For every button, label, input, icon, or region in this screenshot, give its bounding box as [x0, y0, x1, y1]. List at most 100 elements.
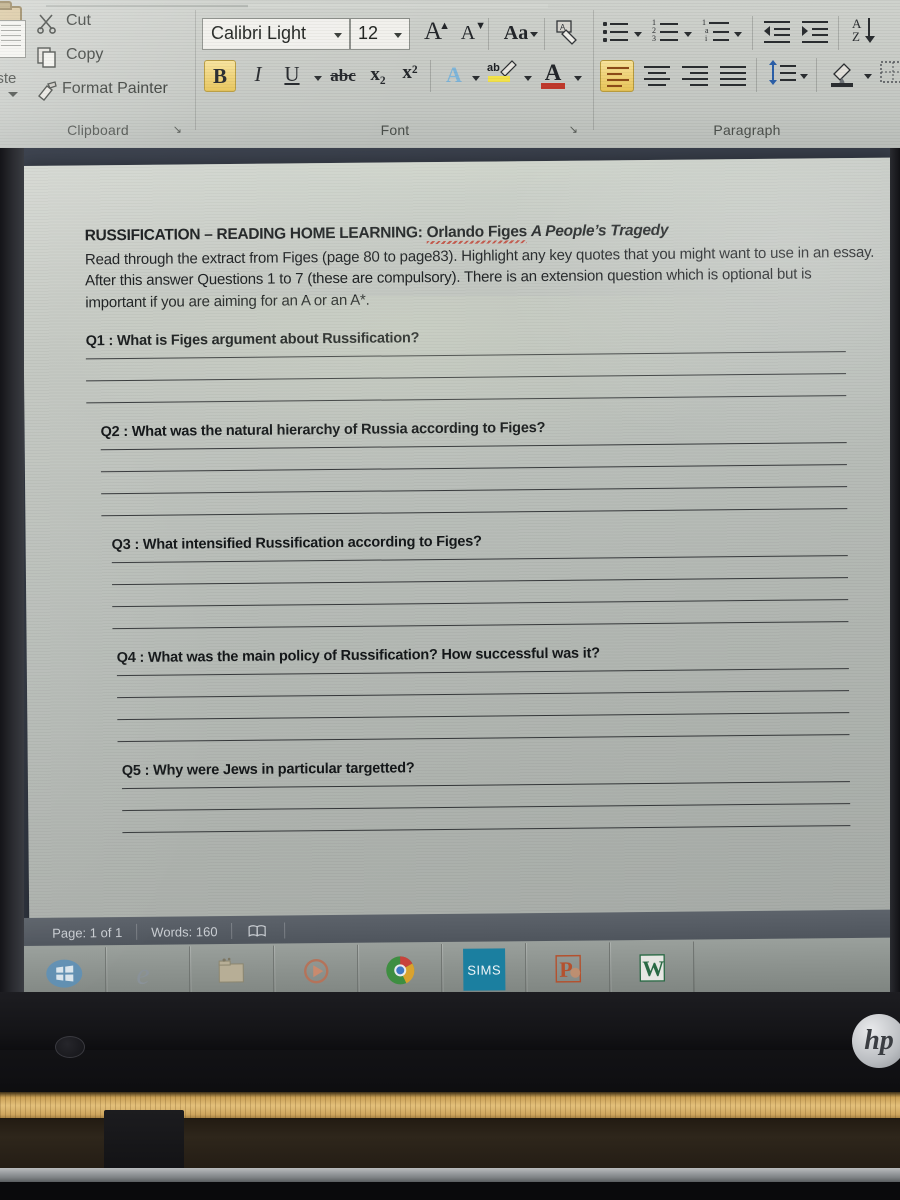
line-spacing-icon[interactable]	[768, 60, 798, 88]
powerpoint-taskbar-button[interactable]: P	[525, 942, 611, 996]
font-family-value: Calibri Light	[211, 23, 307, 43]
bullets-icon[interactable]	[602, 18, 632, 46]
line-spacing-caret-icon[interactable]	[800, 74, 808, 79]
highlight-caret-icon[interactable]	[524, 76, 532, 81]
sort-icon[interactable]: A Z	[850, 16, 880, 44]
answer-lines-q4[interactable]	[116, 667, 850, 743]
answer-line[interactable]	[100, 463, 847, 473]
strikethrough-button[interactable]: abc	[326, 66, 360, 86]
windows-taskbar: e SIMS P W	[22, 937, 900, 1000]
laptop-photo: aste Cut Copy	[0, 0, 900, 1200]
chrome-taskbar-button[interactable]	[358, 943, 443, 997]
shading-icon[interactable]	[826, 58, 856, 87]
font-size-input[interactable]: 12	[350, 18, 410, 50]
multilevel-caret-icon[interactable]	[734, 32, 742, 37]
svg-text:P: P	[559, 957, 573, 982]
media-player-taskbar-button[interactable]	[274, 944, 359, 998]
justify-icon[interactable]	[718, 60, 748, 88]
align-left-icon[interactable]	[600, 60, 634, 92]
word-taskbar-button[interactable]: W	[609, 941, 695, 995]
taskbar-empty-area[interactable]	[694, 940, 900, 994]
align-right-icon[interactable]	[680, 60, 710, 88]
answer-lines-q1[interactable]	[85, 350, 847, 404]
answer-line[interactable]	[117, 733, 850, 743]
question-block-q2: Q2 : What was the natural hierarchy of R…	[86, 417, 848, 517]
clipboard-clip-icon	[0, 1, 12, 10]
clipboard-dialog-launcher[interactable]: ↘	[173, 123, 182, 136]
font-color-button[interactable]: A	[538, 60, 568, 89]
borders-icon[interactable]	[878, 58, 900, 86]
answer-line[interactable]	[101, 507, 848, 517]
clipboard-group-label: Clipboard	[67, 122, 129, 138]
answer-line[interactable]	[112, 598, 849, 608]
decrease-indent-icon[interactable]	[764, 18, 794, 46]
cut-label[interactable]: Cut	[66, 12, 91, 30]
change-case-button[interactable]: Aa	[496, 22, 538, 45]
laptop-base-shadow	[0, 1182, 900, 1200]
answer-line[interactable]	[101, 485, 848, 495]
text-effects-button[interactable]: A	[440, 62, 468, 88]
numbering-icon[interactable]: 1 2 3	[652, 18, 682, 46]
laptop-body: hp	[0, 992, 900, 1200]
answer-line[interactable]	[85, 350, 846, 360]
answer-lines-q2[interactable]	[100, 441, 848, 517]
answer-line[interactable]	[112, 620, 849, 630]
webcam-icon	[55, 1036, 85, 1058]
superscript-button[interactable]: x²	[396, 62, 424, 84]
bold-button[interactable]: B	[204, 60, 236, 92]
file-explorer-taskbar-button[interactable]	[190, 945, 275, 999]
scissors-icon[interactable]	[36, 12, 58, 34]
file-explorer-icon	[212, 952, 252, 992]
text-effects-label: A	[446, 62, 462, 87]
paste-dropdown-caret-icon[interactable]	[8, 92, 18, 97]
answer-line[interactable]	[122, 802, 851, 811]
highlight-icon[interactable]: ab	[486, 58, 517, 86]
subscript-button[interactable]: x₂	[364, 64, 392, 86]
font-family-caret-icon[interactable]	[334, 33, 342, 38]
superscript-label: x²	[402, 62, 418, 83]
clear-formatting-icon[interactable]: A	[552, 18, 582, 46]
paste-button[interactable]	[0, 1, 34, 68]
answer-line[interactable]	[86, 372, 847, 382]
proofing-icon[interactable]	[248, 924, 268, 938]
font-dialog-launcher[interactable]: ↘	[569, 123, 578, 136]
copy-label[interactable]: Copy	[66, 46, 103, 64]
answer-line[interactable]	[116, 667, 849, 677]
format-painter-label[interactable]: Format Painter	[62, 80, 168, 98]
answer-lines-q5[interactable]	[121, 780, 851, 833]
answer-line[interactable]	[122, 824, 851, 833]
numbering-caret-icon[interactable]	[684, 32, 692, 37]
answer-lines-q3[interactable]	[111, 554, 849, 630]
sims-taskbar-button[interactable]: SIMS	[441, 943, 527, 996]
font-group-label: Font	[380, 122, 410, 138]
internet-explorer-icon: e	[128, 953, 168, 993]
document-body[interactable]: RUSSIFICATION – READING HOME LEARNING: O…	[85, 220, 874, 854]
answer-line[interactable]	[117, 689, 850, 699]
copy-icon[interactable]	[36, 46, 58, 68]
answer-line[interactable]	[117, 711, 850, 721]
answer-line[interactable]	[121, 780, 850, 789]
font-color-caret-icon[interactable]	[574, 76, 582, 81]
status-page-indicator[interactable]: Page: 1 of 1	[38, 924, 136, 941]
text-effects-caret-icon[interactable]	[472, 76, 480, 81]
font-family-input[interactable]: Calibri Light	[202, 18, 350, 50]
shrink-font-button[interactable]: A ▼	[454, 20, 486, 45]
answer-line[interactable]	[86, 394, 847, 404]
shading-caret-icon[interactable]	[864, 74, 872, 79]
status-word-count[interactable]: Words: 160	[137, 923, 231, 940]
multilevel-list-icon[interactable]: 1 a i	[702, 18, 732, 46]
answer-line[interactable]	[100, 441, 847, 451]
answer-line[interactable]	[112, 576, 848, 586]
underline-caret-icon[interactable]	[314, 76, 322, 81]
paintbrush-icon[interactable]	[36, 80, 58, 102]
bullets-caret-icon[interactable]	[634, 32, 642, 37]
font-size-caret-icon[interactable]	[394, 33, 402, 38]
increase-indent-icon[interactable]	[802, 18, 832, 46]
answer-line[interactable]	[111, 554, 848, 564]
sims-icon: SIMS	[463, 948, 506, 991]
italic-button[interactable]: I	[244, 62, 272, 87]
document-page[interactable]: RUSSIFICATION – READING HOME LEARNING: O…	[22, 157, 900, 946]
grow-font-button[interactable]: A ▲	[418, 18, 450, 46]
align-center-icon[interactable]	[642, 60, 672, 88]
underline-button[interactable]: U	[278, 62, 306, 87]
